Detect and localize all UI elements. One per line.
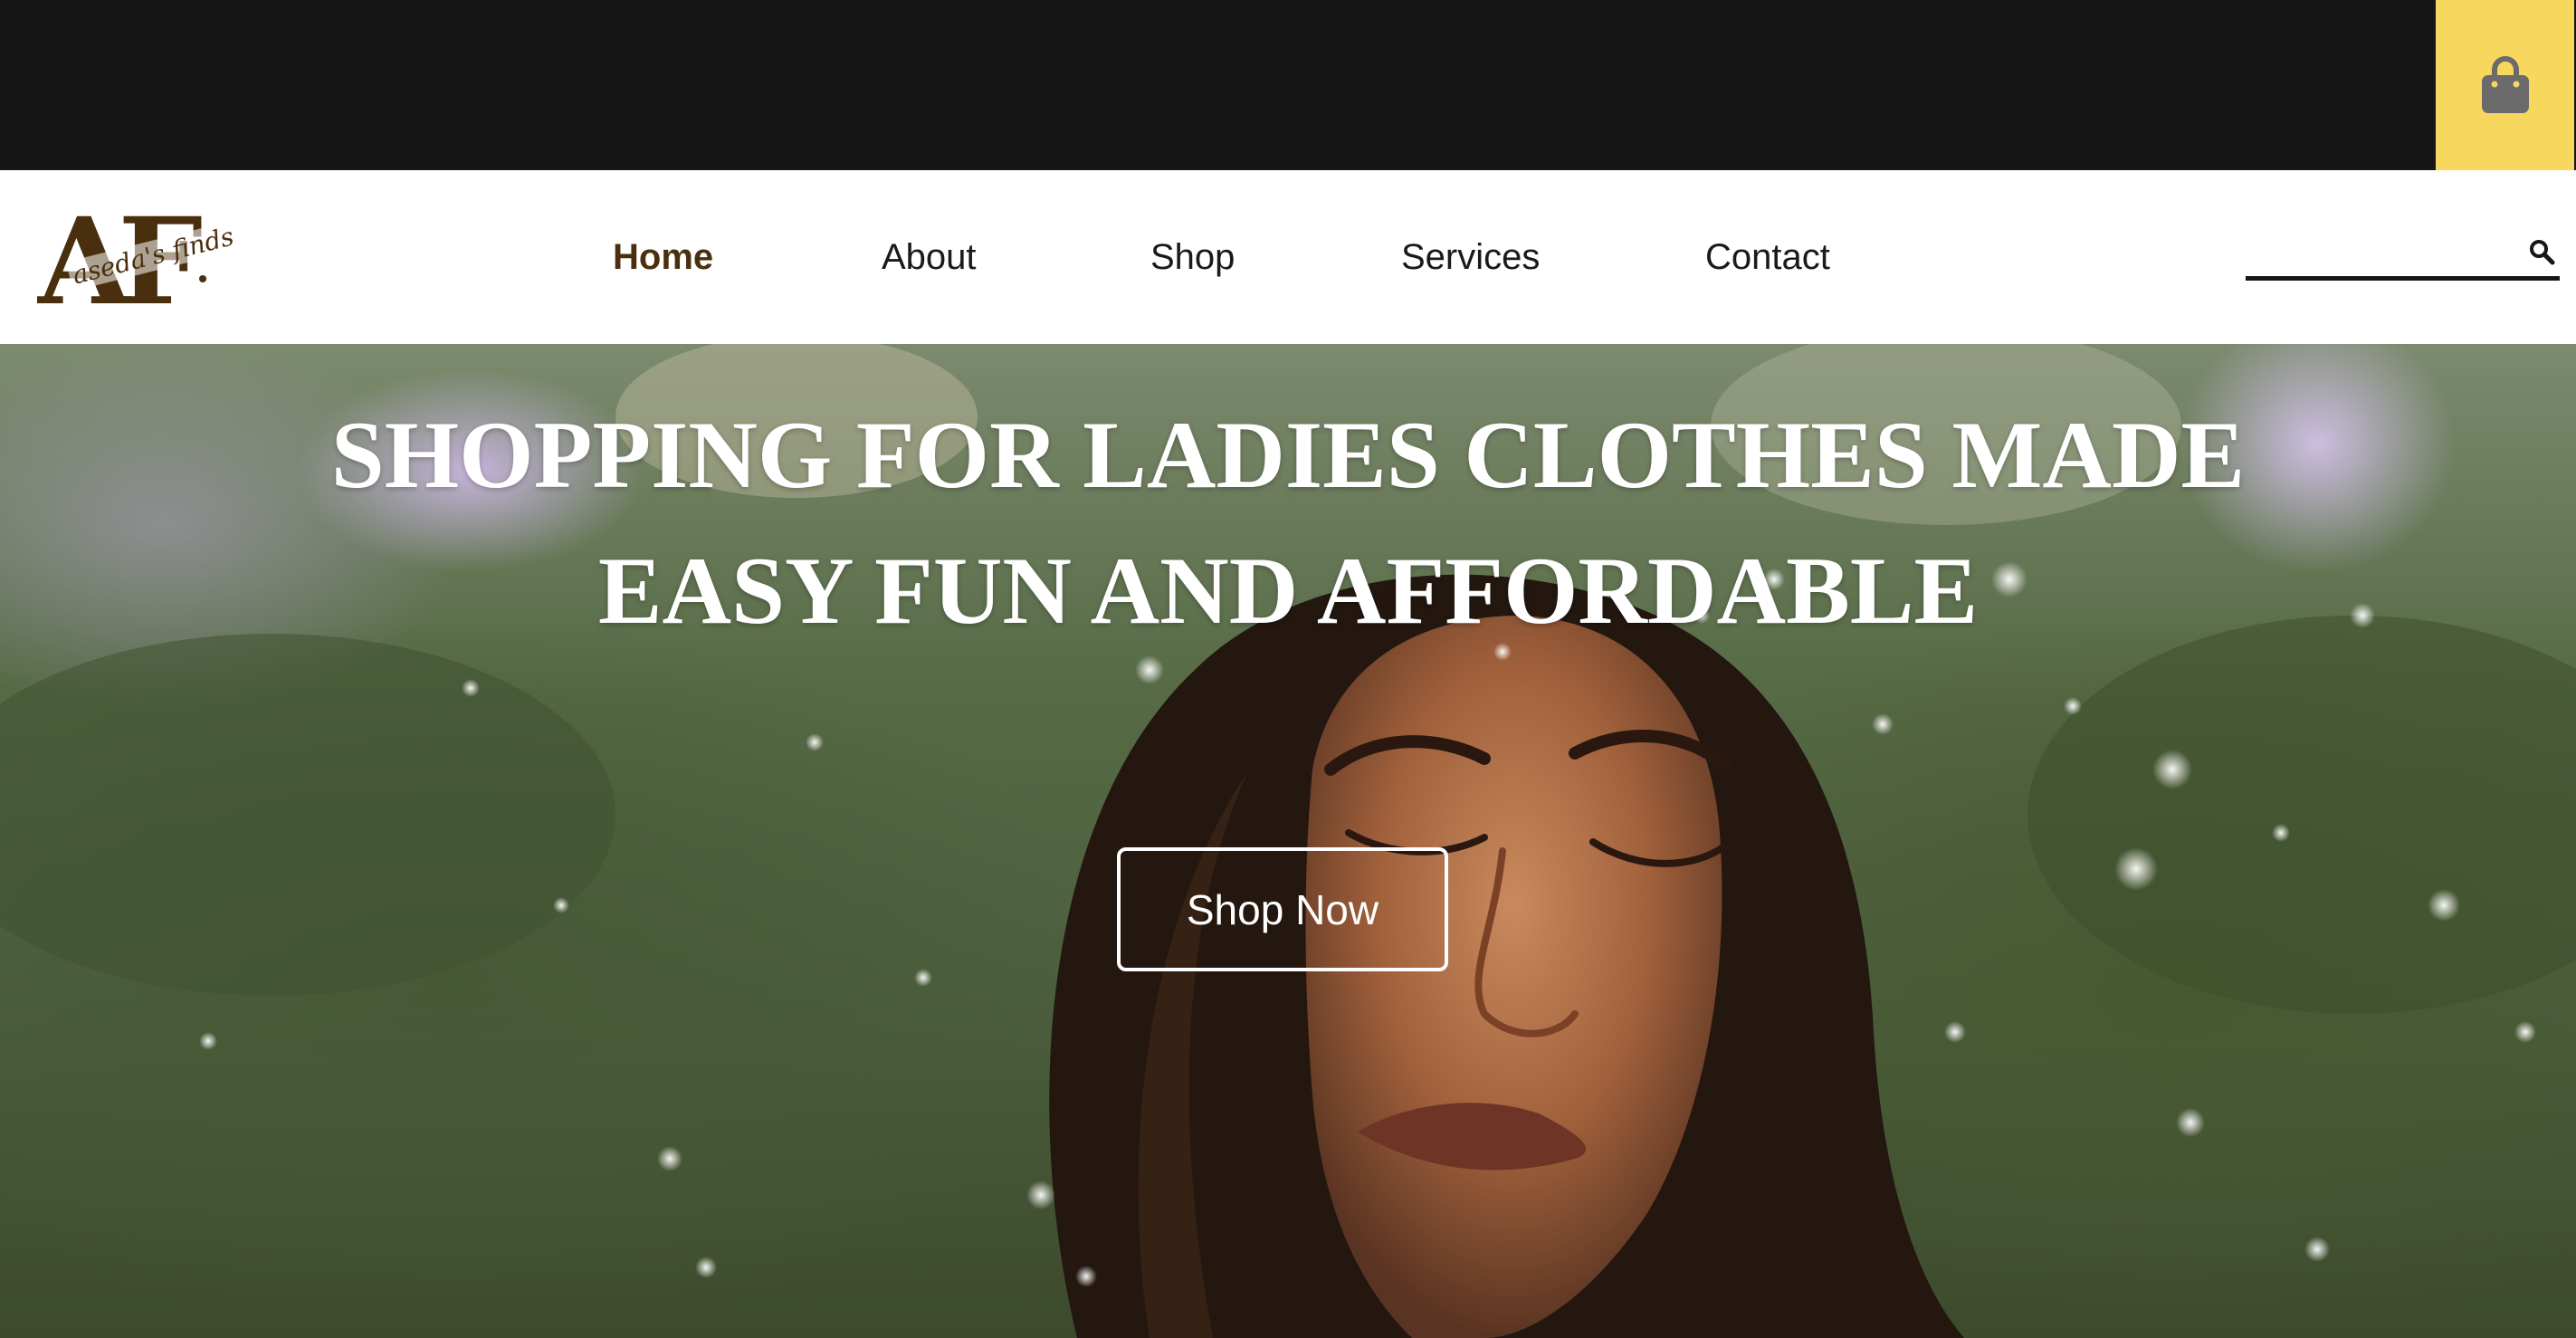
nav-item-services[interactable]: Services [1401, 235, 1540, 279]
nav-item-about[interactable]: About [882, 235, 977, 279]
hero-title-line-2: EASY FUN AND AFFORDABLE [597, 538, 1979, 644]
search-input[interactable] [2246, 230, 2508, 275]
nav-item-contact[interactable]: Contact [1705, 235, 1830, 279]
page: AF aseda's finds Home About Shop Service… [0, 0, 2576, 1338]
cart-button[interactable] [2436, 0, 2574, 170]
search-icon[interactable] [2527, 237, 2556, 266]
shop-now-button[interactable]: Shop Now [1117, 847, 1448, 971]
hero-title: SHOPPING FOR LADIES CLOTHES MADE EASY FU… [0, 387, 2576, 659]
main-nav: Home About Shop Services Contact [0, 170, 2576, 344]
hero-title-line-1: SHOPPING FOR LADIES CLOTHES MADE [330, 402, 2246, 508]
top-bar [0, 0, 2576, 170]
search-box [2246, 230, 2560, 281]
shopping-bag-icon [2481, 56, 2529, 113]
nav-item-home[interactable]: Home [613, 235, 713, 279]
nav-item-shop[interactable]: Shop [1150, 235, 1235, 279]
site-header: AF aseda's finds Home About Shop Service… [0, 170, 2576, 344]
hero-banner: SHOPPING FOR LADIES CLOTHES MADE EASY FU… [0, 344, 2576, 1338]
